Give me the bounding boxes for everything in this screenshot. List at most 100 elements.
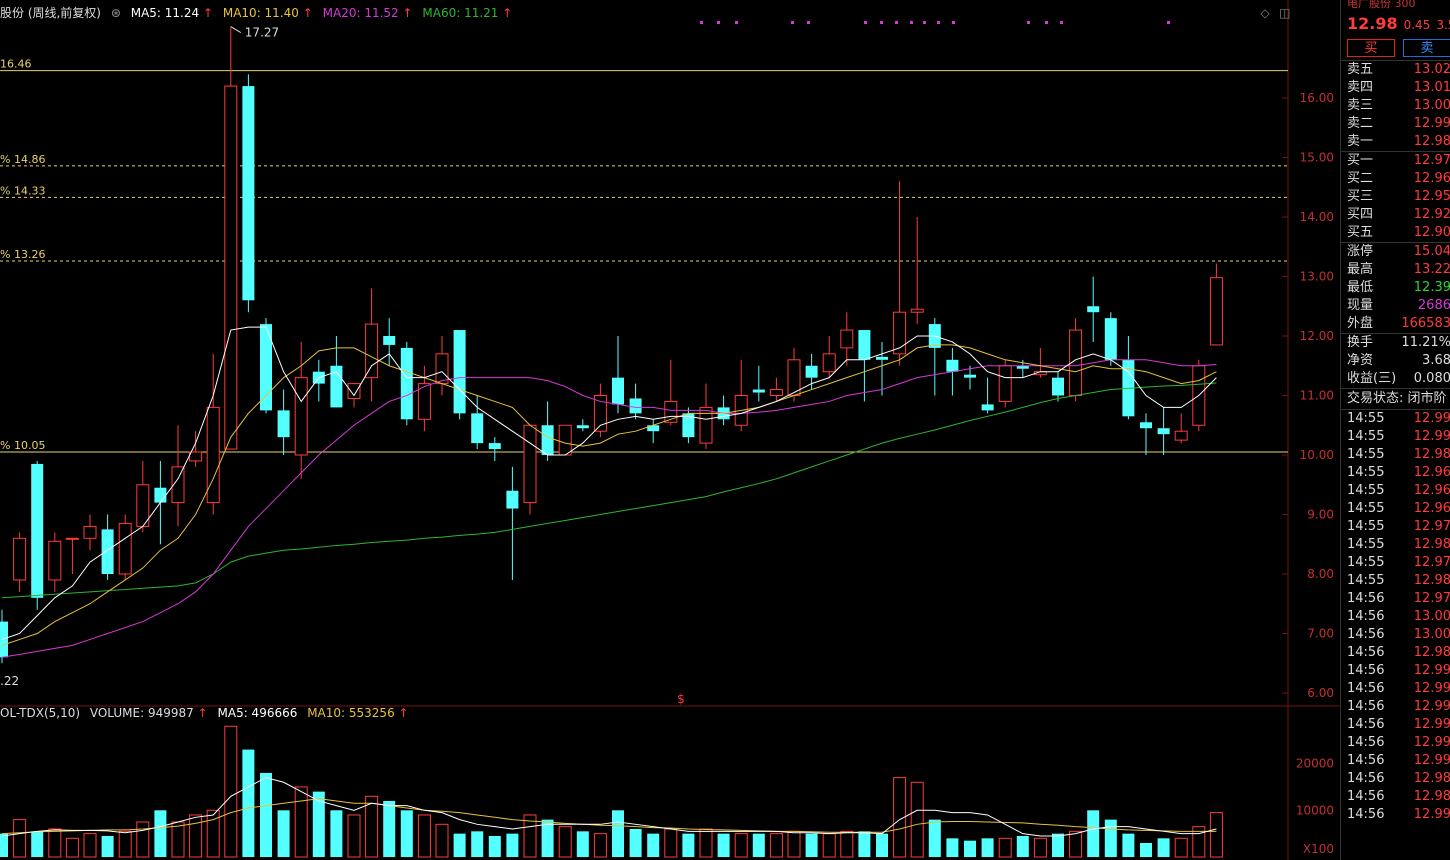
tick-price: 12.99 — [1413, 681, 1450, 696]
candle-body — [876, 356, 888, 360]
candle-body — [805, 365, 818, 378]
tick-time: 14:55 — [1347, 483, 1385, 498]
tick-time: 14:56 — [1347, 735, 1385, 750]
volume-bar — [629, 828, 642, 857]
candle-body — [981, 404, 994, 411]
candle-body — [294, 377, 308, 456]
candle-body — [769, 389, 783, 396]
stat-row: 外盘 166583 — [1341, 315, 1450, 333]
low-label: .22 — [0, 674, 19, 688]
tick-row: 14:55 12.96 — [1341, 482, 1450, 500]
tick-row: 14:56 12.99 — [1341, 752, 1450, 770]
volume-bar — [840, 830, 854, 858]
diamond-icon[interactable]: ◇ — [1258, 6, 1272, 20]
tick-time: 14:56 — [1347, 609, 1385, 624]
signal-marker — [1045, 21, 1048, 24]
stat-row: 现量 2686 — [1341, 297, 1450, 315]
signal-marker — [717, 21, 720, 24]
candle-body — [277, 410, 290, 438]
sell-button[interactable]: 卖 — [1403, 39, 1450, 57]
bid-row: 买一 12.97 — [1341, 152, 1450, 170]
ma5-arrow: ↑ — [202, 6, 214, 20]
y-tick-label: 13.00 — [1300, 270, 1334, 284]
price-chart-header: 股份 (周线,前复权) ⊛ MA5: 11.24 ↑ MA10: 11.40 ↑… — [0, 4, 518, 22]
stock-chart[interactable]: 16.00 15.00 14.00 13.00 12.00 11.00 10.00 9.00 8… — [0, 0, 1340, 860]
fundamental-value: 0.080 — [1413, 371, 1450, 386]
fundamental-row: 净资 3.68 — [1341, 352, 1450, 370]
bid-row: 买五 12.90 — [1341, 224, 1450, 242]
layout-icon[interactable]: ◫ — [1278, 6, 1292, 20]
candle-body — [1140, 422, 1152, 429]
stat-value: 2686 — [1417, 298, 1450, 313]
volume-bar — [1016, 835, 1029, 857]
buy-button[interactable]: 买 — [1347, 39, 1395, 57]
tick-time: 14:56 — [1347, 627, 1385, 642]
candle-body — [101, 529, 114, 574]
volume-bar — [347, 814, 361, 858]
volume-bar — [189, 814, 203, 858]
y-tick-label: 9.00 — [1307, 508, 1334, 522]
tick-row: 14:56 12.99 — [1341, 662, 1450, 680]
tick-time: 14:55 — [1347, 573, 1385, 588]
volume-bar — [1052, 833, 1064, 857]
signal-marker — [1060, 21, 1063, 24]
tick-price: 12.98 — [1413, 789, 1450, 804]
stat-row: 最高 13.22 — [1341, 261, 1450, 279]
reference-line-label: % 14.33 — [0, 184, 45, 197]
volume-bar — [1104, 819, 1117, 857]
signal-marker — [880, 21, 883, 24]
bid-book: 买一 12.97 买二 12.96 买三 12.95 买四 12.92 买五 12.90 — [1341, 152, 1450, 242]
bid-price: 12.95 — [1413, 189, 1450, 204]
volume-bar — [787, 830, 801, 858]
volume-bar — [136, 821, 150, 858]
volume-bar — [769, 833, 783, 858]
volume-bar — [0, 833, 8, 857]
stat-value: 13.22 — [1413, 262, 1450, 277]
signal-marker — [864, 21, 867, 24]
volume-bar — [260, 772, 272, 857]
fundamental-label: 换手 — [1347, 335, 1374, 350]
stat-label: 外盘 — [1347, 316, 1374, 331]
volume-bar — [1069, 830, 1083, 858]
tick-row: 14:55 12.96 — [1341, 500, 1450, 518]
candle-body — [118, 522, 132, 575]
tick-row: 14:56 12.99 — [1341, 734, 1450, 752]
volume-bar — [1140, 842, 1152, 857]
candle-body — [1157, 428, 1170, 435]
reference-line-label: % 13.26 — [0, 248, 45, 261]
volume-bar — [453, 833, 466, 857]
tick-time: 14:55 — [1347, 537, 1385, 552]
volume-bar — [206, 809, 220, 858]
y-tick-label: 16.00 — [1300, 91, 1334, 105]
ma20-arrow: ↑ — [402, 6, 413, 20]
tick-price: 13.00 — [1413, 609, 1450, 624]
volume-bar — [435, 823, 449, 858]
ma60-arrow: ↑ — [502, 6, 513, 20]
tick-time: 14:55 — [1347, 447, 1385, 462]
high-label: 17.27 — [245, 26, 279, 40]
candle-body — [471, 413, 484, 444]
volume-bar — [101, 835, 114, 857]
candle-body — [1052, 377, 1064, 396]
ask-price: 13.00 — [1413, 98, 1450, 113]
fundamental-value: 3.68 — [1422, 353, 1450, 368]
volume-title: OL-TDX(5,10) — [0, 706, 81, 720]
tick-time: 14:56 — [1347, 789, 1385, 804]
candle-body — [65, 537, 79, 540]
tick-row: 14:56 12.97 — [1341, 590, 1450, 608]
signal-marker — [937, 21, 940, 24]
volume-y-tick-label: 20000 — [1296, 757, 1334, 771]
settings-icon[interactable]: ⊛ — [111, 6, 121, 20]
stat-label: 涨停 — [1347, 244, 1374, 259]
signal-marker — [895, 21, 898, 24]
tick-row: 14:55 12.99 — [1341, 428, 1450, 446]
volume-bar — [717, 833, 730, 857]
signal-marker — [1027, 21, 1030, 24]
volume-bar — [1174, 837, 1188, 858]
fundamental-label: 收益(三) — [1347, 371, 1397, 386]
signal-marker — [1167, 21, 1170, 24]
volume-bar — [154, 810, 167, 857]
tick-list[interactable]: 14:55 12.99 14:55 12.99 14:55 12.98 14:55 12.96… — [1341, 410, 1450, 824]
volume-bar — [612, 810, 624, 857]
bid-label: 买五 — [1347, 225, 1374, 240]
